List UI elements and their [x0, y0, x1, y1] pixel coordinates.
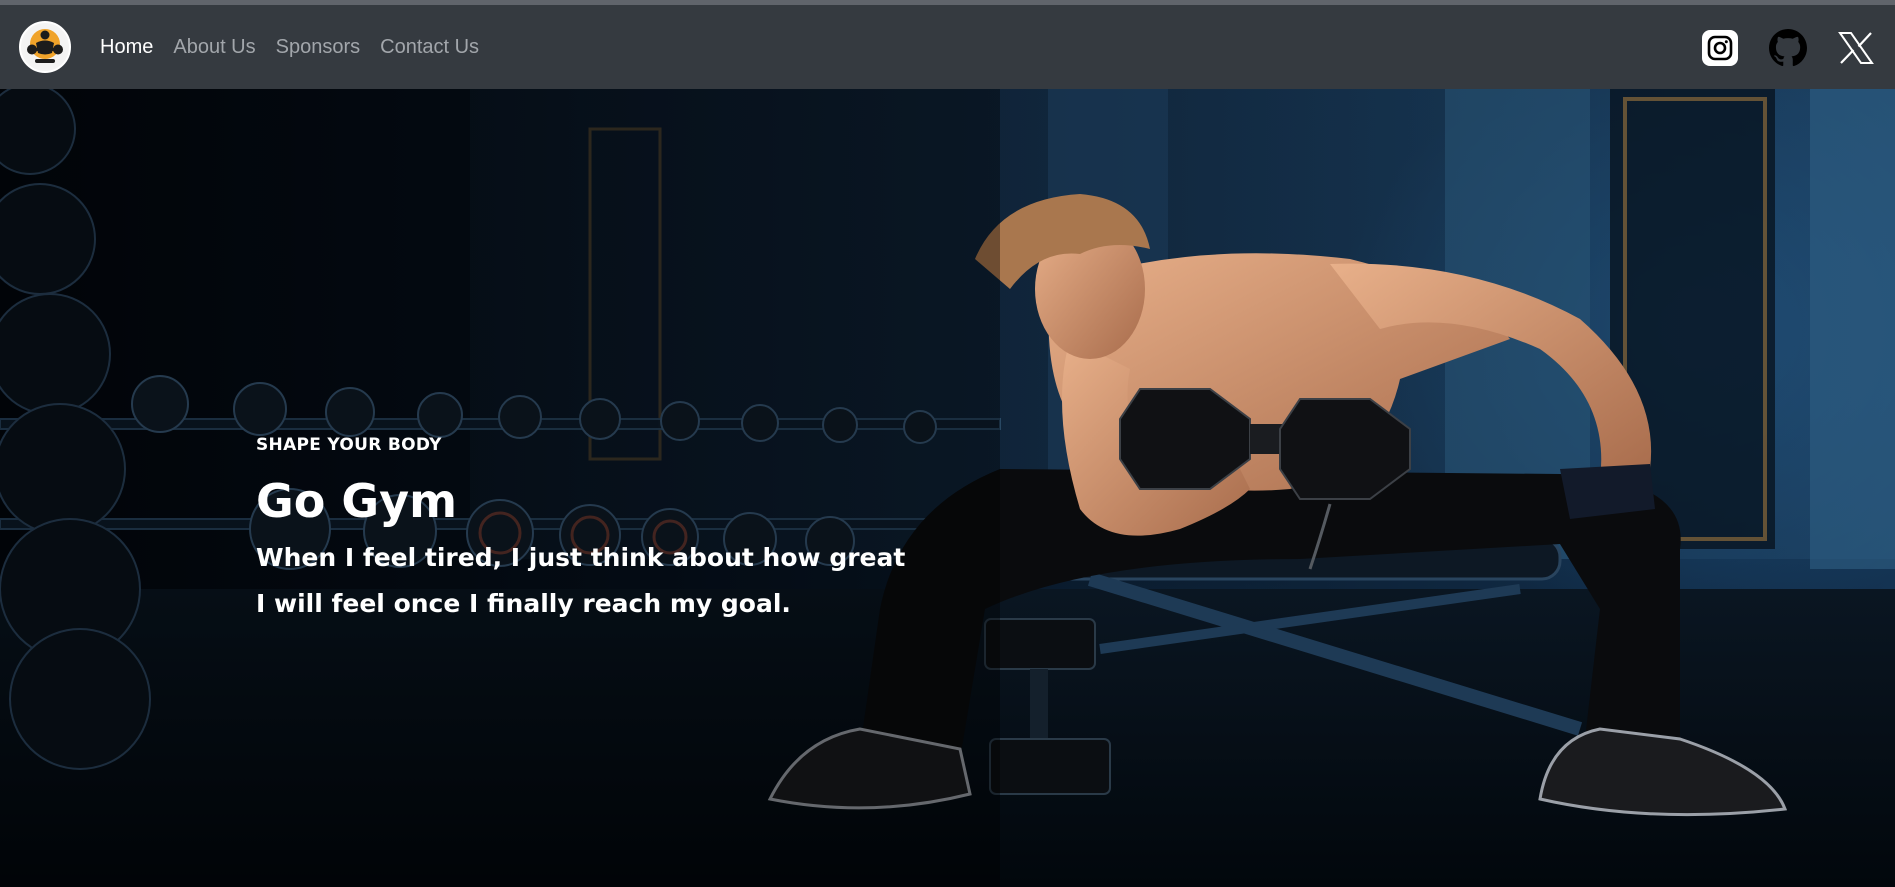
- instagram-icon[interactable]: [1701, 29, 1739, 67]
- x-icon[interactable]: [1837, 29, 1875, 67]
- nav-link-about-us[interactable]: About Us: [173, 36, 255, 59]
- nav-link-contact-us[interactable]: Contact Us: [380, 36, 479, 59]
- nav-links: Home About Us Sponsors Contact Us: [100, 5, 499, 89]
- nav-link-sponsors[interactable]: Sponsors: [276, 36, 361, 59]
- github-icon[interactable]: [1769, 29, 1807, 67]
- hero-text: SHAPE YOUR BODY Go Gym When I feel tired…: [256, 435, 916, 627]
- gym-logo-icon[interactable]: [19, 21, 71, 73]
- nav-link-home[interactable]: Home: [100, 36, 153, 59]
- hero-tagline-line2: I will feel once I finally reach my goal…: [256, 589, 791, 618]
- hero-headline: Go Gym: [256, 474, 458, 528]
- hero-eyebrow: SHAPE YOUR BODY: [256, 435, 442, 455]
- hero-section: SHAPE YOUR BODY Go Gym When I feel tired…: [0, 89, 1895, 887]
- navbar: Home About Us Sponsors Contact Us: [0, 5, 1895, 89]
- hero-tagline-line1: When I feel tired, I just think about ho…: [256, 543, 906, 572]
